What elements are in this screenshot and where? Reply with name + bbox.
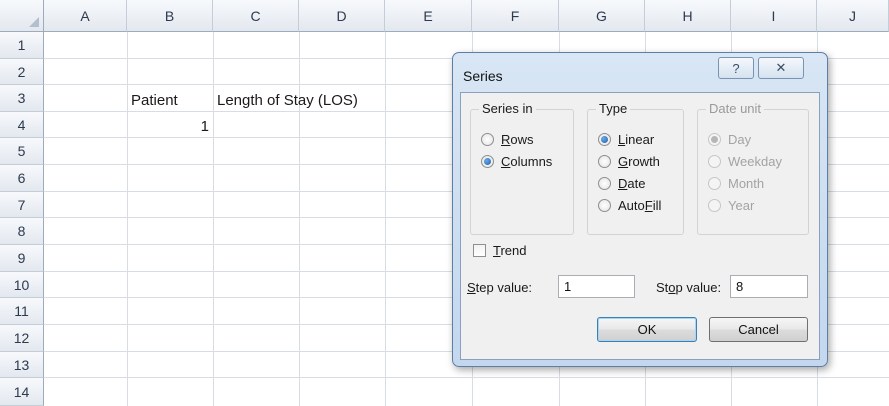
radio-date[interactable]: Date bbox=[598, 176, 645, 191]
column-header-a[interactable]: A bbox=[44, 0, 127, 32]
radio-growth[interactable]: Growth bbox=[598, 154, 660, 169]
row-header-12[interactable]: 12 bbox=[0, 325, 44, 352]
radio-button[interactable] bbox=[481, 133, 494, 146]
series-in-label: Series in bbox=[479, 101, 536, 116]
radio-button bbox=[708, 155, 721, 168]
cell-b4[interactable]: 1 bbox=[127, 118, 209, 135]
row-header-10[interactable]: 10 bbox=[0, 272, 44, 298]
select-all-corner[interactable] bbox=[0, 0, 44, 32]
column-header-b[interactable]: B bbox=[127, 0, 213, 32]
row-header-13[interactable]: 13 bbox=[0, 352, 44, 378]
radio-button[interactable] bbox=[598, 155, 611, 168]
radio-button[interactable] bbox=[481, 155, 494, 168]
dialog-body: Series in Rows Columns Type Linear Growt… bbox=[460, 92, 820, 360]
date-unit-label: Date unit bbox=[706, 101, 765, 116]
radio-autofill[interactable]: AutoFill bbox=[598, 198, 661, 213]
date-unit-group: Date unit Day Weekday Month Year bbox=[697, 101, 809, 235]
radio-columns[interactable]: Columns bbox=[481, 154, 552, 169]
type-label: Type bbox=[596, 101, 631, 116]
stop-value-input[interactable] bbox=[730, 275, 808, 298]
row-header-2[interactable]: 2 bbox=[0, 59, 44, 85]
column-header-f[interactable]: F bbox=[472, 0, 559, 32]
radio-day: Day bbox=[708, 132, 751, 147]
radio-day-label: Day bbox=[728, 132, 752, 147]
row-header-4[interactable]: 4 bbox=[0, 112, 44, 138]
radio-autofill-label: AutoFill bbox=[618, 198, 662, 213]
row-header-5[interactable]: 5 bbox=[0, 138, 44, 165]
column-header-h[interactable]: H bbox=[645, 0, 731, 32]
trend-label: Trend bbox=[493, 243, 527, 258]
column-header-c[interactable]: C bbox=[213, 0, 299, 32]
radio-month: Month bbox=[708, 176, 764, 191]
step-value-label: Step value: bbox=[467, 280, 533, 295]
radio-button[interactable] bbox=[598, 199, 611, 212]
radio-rows-label: Rows bbox=[501, 132, 534, 147]
gridline bbox=[44, 377, 889, 378]
gridline bbox=[385, 32, 386, 406]
series-dialog: Series ? ✕ Series in Rows Columns Type L… bbox=[452, 52, 828, 367]
radio-weekday: Weekday bbox=[708, 154, 782, 169]
radio-year: Year bbox=[708, 198, 754, 213]
row-header-8[interactable]: 8 bbox=[0, 218, 44, 245]
row-header-9[interactable]: 9 bbox=[0, 245, 44, 272]
column-header-d[interactable]: D bbox=[299, 0, 385, 32]
radio-button bbox=[708, 177, 721, 190]
trend-checkbox-row[interactable]: Trend bbox=[473, 243, 527, 258]
column-header-i[interactable]: I bbox=[731, 0, 817, 32]
cancel-button[interactable]: Cancel bbox=[709, 317, 808, 342]
column-header-e[interactable]: E bbox=[385, 0, 472, 32]
radio-month-label: Month bbox=[728, 176, 765, 191]
gridline bbox=[299, 32, 300, 406]
row-header-7[interactable]: 7 bbox=[0, 192, 44, 218]
stop-value-label: Stop value: bbox=[656, 280, 722, 295]
radio-date-label: Date bbox=[618, 176, 646, 191]
column-header-j[interactable]: J bbox=[817, 0, 889, 32]
help-button[interactable]: ? bbox=[718, 57, 754, 79]
column-header-g[interactable]: G bbox=[559, 0, 645, 32]
cell-b3[interactable]: Patient bbox=[131, 92, 178, 109]
step-value-input[interactable] bbox=[558, 275, 635, 298]
radio-button bbox=[708, 133, 721, 146]
series-in-group: Series in Rows Columns bbox=[470, 101, 574, 235]
gridline bbox=[213, 32, 214, 406]
dialog-title: Series bbox=[463, 68, 503, 84]
row-header-11[interactable]: 11 bbox=[0, 298, 44, 325]
close-icon: ✕ bbox=[775, 60, 787, 75]
radio-linear-label: Linear bbox=[618, 132, 655, 147]
radio-button[interactable] bbox=[598, 133, 611, 146]
cell-c3[interactable]: Length of Stay (LOS) bbox=[217, 92, 358, 109]
ok-button[interactable]: OK bbox=[597, 317, 697, 342]
radio-growth-label: Growth bbox=[618, 154, 660, 169]
help-icon: ? bbox=[732, 60, 740, 76]
radio-rows[interactable]: Rows bbox=[481, 132, 534, 147]
gridline bbox=[127, 32, 128, 406]
radio-linear[interactable]: Linear bbox=[598, 132, 654, 147]
row-header-14[interactable]: 14 bbox=[0, 378, 44, 406]
radio-weekday-label: Weekday bbox=[728, 154, 782, 169]
radio-button bbox=[708, 199, 721, 212]
row-header-3[interactable]: 3 bbox=[0, 85, 44, 112]
close-button[interactable]: ✕ bbox=[758, 57, 804, 79]
row-header-1[interactable]: 1 bbox=[0, 32, 44, 59]
radio-year-label: Year bbox=[728, 198, 755, 213]
radio-columns-label: Columns bbox=[501, 154, 553, 169]
radio-button[interactable] bbox=[598, 177, 611, 190]
trend-checkbox[interactable] bbox=[473, 244, 486, 257]
row-header-6[interactable]: 6 bbox=[0, 165, 44, 192]
type-group: Type Linear Growth Date AutoFill bbox=[587, 101, 684, 235]
